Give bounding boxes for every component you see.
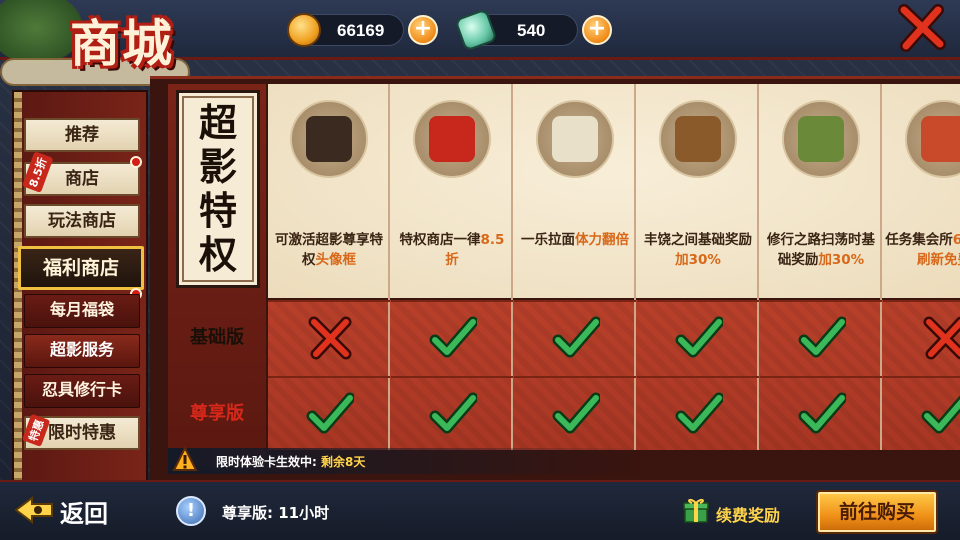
renewal-reward-link[interactable]: 续费奖励	[716, 502, 780, 526]
shop-hat-icon	[413, 100, 491, 178]
check-icon	[429, 316, 477, 358]
icon-art	[552, 116, 598, 162]
trial-notice: 限时体验卡生效中: 剩余8天	[168, 446, 648, 474]
icon-art	[429, 116, 475, 162]
cell-basic	[883, 300, 960, 374]
cell-basic	[268, 300, 390, 374]
icon-art	[306, 116, 352, 162]
row-label-premium: 尊享版	[190, 403, 244, 424]
sidebar-item-recommend[interactable]: 推荐	[24, 118, 140, 152]
trial-notice-text: 限时体验卡生效中: 剩余8天	[216, 455, 366, 469]
check-icon	[552, 316, 600, 358]
cell-premium	[637, 376, 759, 450]
info-icon[interactable]: !	[176, 496, 206, 526]
title-char: 特	[198, 188, 237, 233]
cell-premium	[514, 376, 636, 450]
coin-balance: 66169	[287, 13, 404, 47]
title-char: 权	[198, 232, 237, 277]
feature-column: 特权商店一律8.5折	[391, 84, 513, 450]
mission-board-icon	[905, 100, 960, 178]
check-icon	[429, 392, 477, 434]
cell-premium	[391, 376, 513, 450]
back-arrow-icon	[14, 496, 53, 524]
feature-column: 丰饶之间基础奖励加30%	[637, 84, 759, 450]
back-label: 返回	[60, 499, 108, 528]
premium-duration: 尊享版: 11小时	[222, 504, 330, 522]
cell-basic	[391, 300, 513, 374]
cell-premium	[760, 376, 882, 450]
sidebar-subitem-hokage-service[interactable]: 超影服务	[24, 334, 140, 368]
add-coins-button[interactable]: +	[408, 15, 438, 45]
check-icon	[552, 392, 600, 434]
sidebar-subitem-tool-card[interactable]: 忍具修行卡	[24, 374, 140, 408]
cross-icon	[923, 316, 960, 360]
check-icon	[798, 392, 846, 434]
ramen-ticket-icon	[536, 100, 614, 178]
back-button[interactable]: 返回	[14, 490, 124, 530]
sidebar-subitem-monthly-bag[interactable]: 每月福袋	[24, 294, 140, 328]
feature-description: 特权商店一律8.5折	[399, 232, 505, 268]
coin-icon	[287, 13, 321, 47]
check-icon	[921, 395, 960, 434]
feature-column: 任务集会所6次手动刷新免费	[883, 84, 960, 450]
close-icon[interactable]	[898, 4, 946, 52]
jade-value: 540	[517, 21, 546, 40]
icon-art	[798, 116, 844, 162]
privilege-title-card: 超 影 特 权	[176, 90, 260, 288]
title-char: 影	[198, 144, 237, 189]
sidebar-item-gameplay-shop[interactable]: 玩法商店	[24, 204, 140, 238]
check-icon	[798, 316, 846, 358]
sidebar-item-welfare-shop[interactable]: 福利商店	[18, 246, 144, 290]
row-label-basic: 基础版	[190, 327, 244, 348]
cell-basic	[514, 300, 636, 374]
check-icon	[306, 392, 354, 434]
icon-art	[675, 116, 721, 162]
cell-premium	[883, 376, 960, 450]
feature-description: 修行之路扫荡时基础奖励加30%	[767, 232, 875, 268]
gift-icon[interactable]	[682, 496, 710, 524]
coin-value: 66169	[337, 21, 385, 40]
cell-basic	[637, 300, 759, 374]
feature-column: 一乐拉面体力翻倍	[514, 84, 636, 450]
cross-icon	[308, 316, 352, 360]
add-jade-button[interactable]: +	[582, 15, 612, 45]
warning-icon	[172, 446, 198, 471]
feature-column: 可激活超影尊享特权头像框	[268, 84, 390, 450]
jade-balance: 540	[454, 8, 578, 52]
treasure-bag-icon	[659, 100, 737, 178]
icon-art	[921, 116, 960, 162]
cell-basic	[760, 300, 882, 374]
notification-dot	[130, 156, 142, 168]
check-icon	[675, 316, 723, 358]
go-buy-button[interactable]: 前往购买	[816, 490, 938, 534]
feature-description: 丰饶之间基础奖励加30%	[644, 232, 752, 268]
page-title: 商城	[70, 14, 174, 73]
feature-column: 修行之路扫荡时基础奖励加30%	[760, 84, 882, 450]
avatar-frame-icon	[290, 100, 368, 178]
training-bag-icon	[782, 100, 860, 178]
check-icon	[675, 392, 723, 434]
feature-description: 可激活超影尊享特权头像框	[275, 232, 383, 268]
cell-premium	[268, 376, 390, 450]
feature-description: 一乐拉面体力翻倍	[521, 232, 629, 248]
feature-description: 任务集会所6次手动刷新免费	[885, 232, 960, 268]
title-char: 超	[198, 100, 237, 145]
